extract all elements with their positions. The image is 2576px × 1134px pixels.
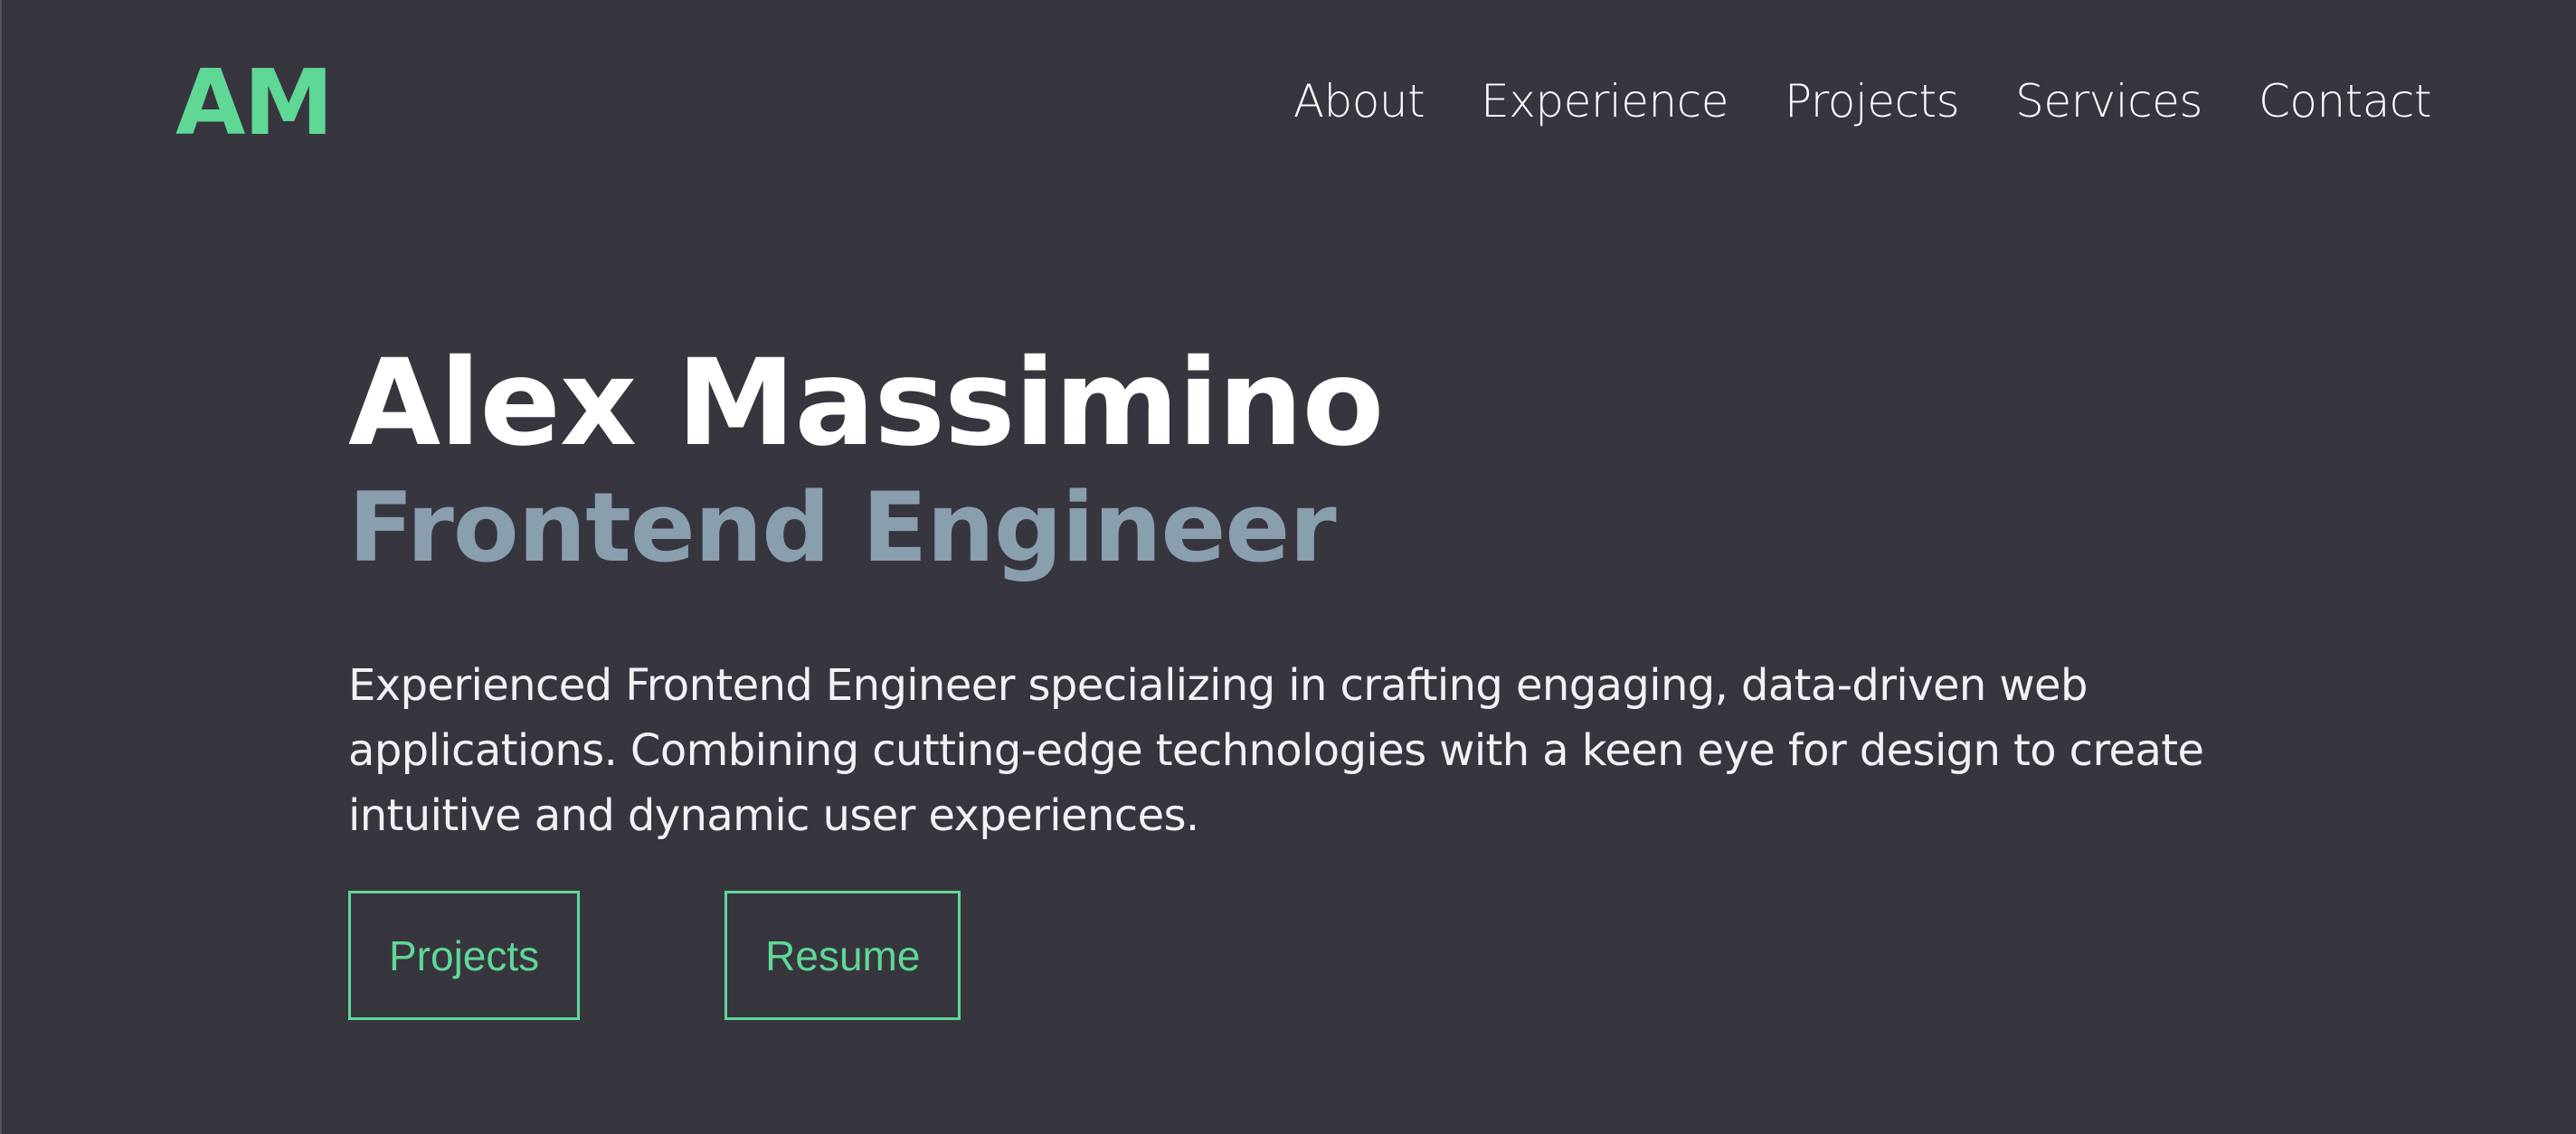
nav-item-experience: Experience (1481, 65, 1728, 137)
nav-item-projects: Projects (1785, 65, 1960, 137)
hero-name: Alex Massimino (348, 334, 1384, 473)
hero-description: Experienced Frontend Engineer specializi… (348, 660, 2204, 841)
nav-link-about[interactable]: About (1293, 75, 1425, 128)
logo[interactable]: AM (175, 49, 334, 157)
nav-item-contact: Contact (2259, 65, 2432, 137)
nav-link-contact[interactable]: Contact (2259, 75, 2432, 128)
nav-item-services: Services (2015, 65, 2202, 137)
main-nav: About Experience Projects Services Conta… (1293, 65, 2432, 137)
nav-item-about: About (1293, 65, 1425, 137)
nav-link-projects[interactable]: Projects (1785, 75, 1960, 128)
hero-buttons: Projects Resume (348, 891, 961, 1020)
portfolio-page: AM About Experience Projects Services Co… (0, 0, 2576, 1134)
resume-button[interactable]: Resume (724, 891, 961, 1020)
nav-link-services[interactable]: Services (2015, 75, 2202, 128)
hero-title: Frontend Engineer (348, 472, 1337, 583)
nav-link-experience[interactable]: Experience (1481, 75, 1728, 128)
hero-section: Alex Massimino Frontend Engineer Experie… (348, 331, 2266, 848)
projects-button[interactable]: Projects (348, 891, 581, 1020)
